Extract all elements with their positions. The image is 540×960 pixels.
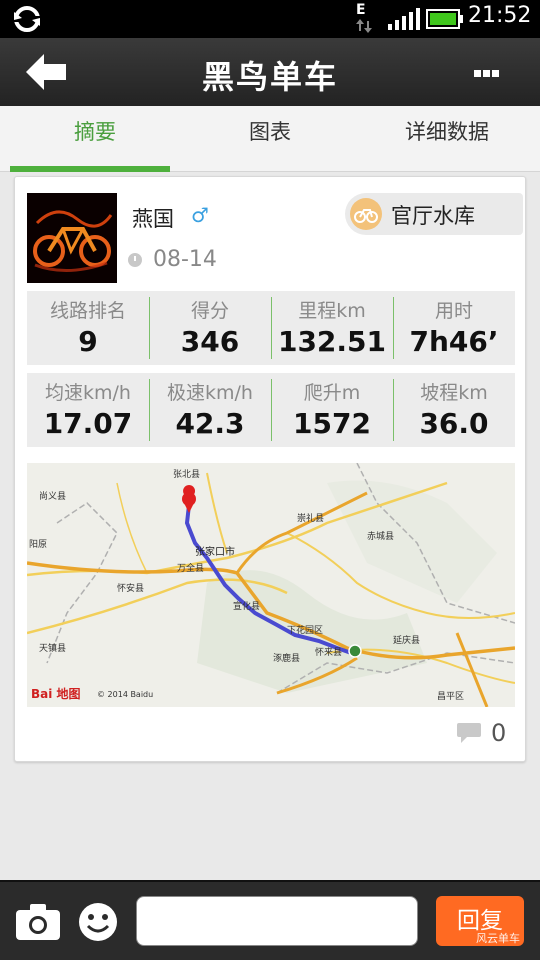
network-type-label: E	[356, 2, 366, 18]
stat-label: 用时	[434, 300, 473, 322]
map-copyright: © 2014 Baidu	[97, 690, 154, 699]
tab-detailed-data[interactable]: 详细数据	[362, 106, 532, 172]
stat-avg-speed: 均速km/h 17.07	[27, 373, 149, 447]
stat-label: 坡程km	[420, 382, 488, 404]
status-bar: E 21:52	[0, 0, 540, 38]
more-menu-icon[interactable]	[474, 62, 508, 82]
tab-summary[interactable]: 摘要	[10, 106, 180, 172]
stat-duration: 用时 7h46’	[393, 291, 515, 365]
tab-chart[interactable]: 图表	[185, 106, 355, 172]
username[interactable]: 燕国	[132, 203, 174, 233]
map-place-label: 张北县	[173, 470, 201, 480]
emoji-icon[interactable]	[78, 902, 118, 942]
comment-input-bar: 回复 风云单车	[0, 880, 540, 960]
map-place-label: 涿鹿县	[273, 654, 301, 664]
clock-icon	[128, 253, 142, 267]
male-gender-icon: ♂	[191, 203, 209, 227]
route-badge[interactable]: 官厅水库	[345, 193, 523, 235]
stat-score: 得分 346	[149, 291, 271, 365]
baidu-map-logo: Bai 地图	[31, 687, 81, 701]
stats-row-secondary: 均速km/h 17.07 极速km/h 42.3 爬升m 1572 坡程km 3…	[27, 373, 515, 447]
stats-row-primary: 线路排名 9 得分 346 里程km 132.51 用时 7h46’	[27, 291, 515, 365]
route-name: 官厅水库	[391, 204, 475, 228]
map-place-label: 万全县	[177, 564, 205, 574]
tab-bar: 摘要 图表 详细数据	[0, 106, 540, 172]
stat-value: 346	[180, 325, 240, 358]
bicycle-icon	[350, 198, 382, 230]
stat-distance: 里程km 132.51	[271, 291, 393, 365]
ride-date: 08-14	[153, 247, 217, 272]
stat-value: 1572	[293, 407, 371, 440]
map-place-label: 张家口市	[195, 547, 235, 558]
route-map[interactable]: 张北县 尚义县 崇礼县 赤城县 张家口市 万全县 阳原 怀安县 宣化县 下花园区…	[27, 463, 515, 707]
clock-time: 21:52	[468, 3, 532, 28]
data-network-icon: E	[354, 2, 374, 36]
stat-slope-distance: 坡程km 36.0	[393, 373, 515, 447]
stat-value: 42.3	[175, 407, 245, 440]
watermark: 风云单车	[476, 932, 520, 945]
camera-icon[interactable]	[16, 904, 60, 940]
map-place-label: 下花园区	[287, 626, 324, 636]
map-place-label: 昌平区	[437, 692, 465, 702]
stat-max-speed: 极速km/h 42.3	[149, 373, 271, 447]
map-place-label: 延庆县	[393, 636, 421, 646]
stat-value: 36.0	[419, 407, 489, 440]
map-place-label: 怀安县	[117, 584, 145, 594]
map-place-label: 尚义县	[39, 492, 67, 502]
map-place-label: 宣化县	[233, 602, 261, 612]
stat-label: 里程km	[298, 300, 366, 322]
battery-icon	[426, 9, 463, 29]
comment-input[interactable]	[136, 896, 418, 946]
stat-label: 极速km/h	[167, 382, 253, 404]
map-place-label: 怀来县	[315, 648, 343, 658]
active-tab-indicator	[10, 166, 170, 172]
page-title: 黑鸟单车	[201, 58, 338, 96]
sync-icon	[14, 6, 40, 32]
stat-value: 7h46’	[409, 325, 499, 358]
stat-value: 17.07	[43, 407, 133, 440]
stat-label: 均速km/h	[45, 382, 131, 404]
stat-label: 爬升m	[303, 382, 361, 404]
comment-icon[interactable]	[457, 723, 481, 743]
comment-count: 0	[491, 719, 507, 747]
stat-label: 得分	[190, 300, 229, 322]
stat-label: 线路排名	[49, 300, 126, 322]
stat-route-rank: 线路排名 9	[27, 291, 149, 365]
map-place-label: 阳原	[29, 540, 48, 550]
map-place-label: 天镇县	[39, 644, 67, 654]
map-place-label: 崇礼县	[297, 514, 325, 524]
map-place-label: 赤城县	[367, 532, 395, 542]
title-bar: 黑鸟单车	[0, 38, 540, 106]
stat-value: 132.51	[277, 325, 387, 358]
avatar[interactable]	[27, 193, 117, 283]
ride-summary-card: 燕国 ♂ 08-14 官厅水库 线路排名 9 得分 346 里程km 132.5…	[14, 176, 526, 762]
signal-icon	[388, 8, 420, 30]
stat-climb: 爬升m 1572	[271, 373, 393, 447]
stat-value: 9	[78, 325, 98, 358]
